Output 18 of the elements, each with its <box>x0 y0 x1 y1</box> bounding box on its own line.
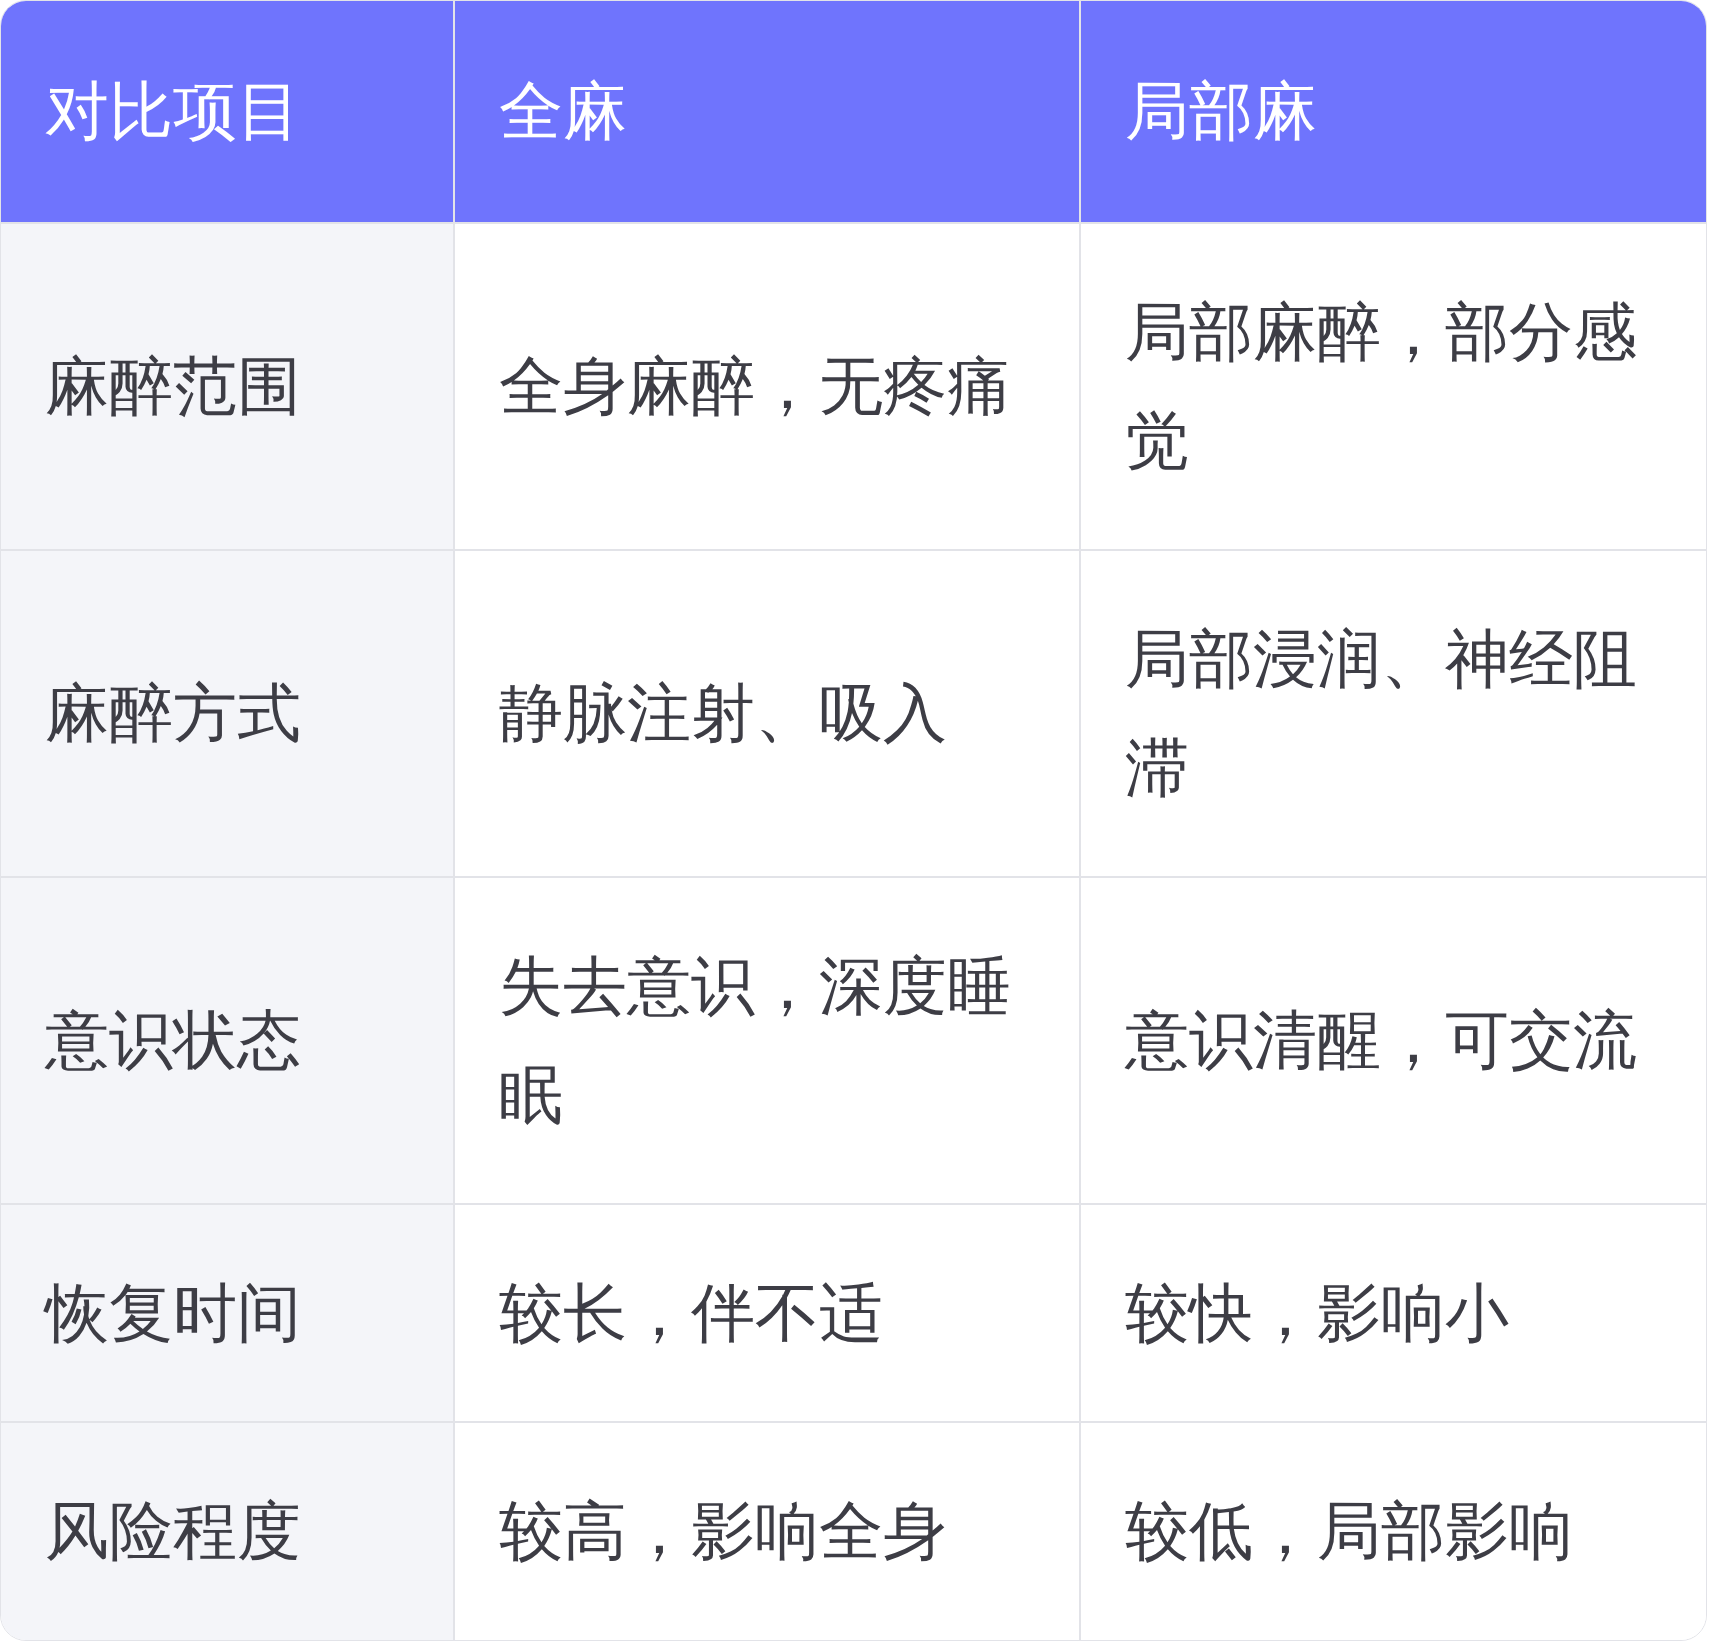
header-cell: 全麻 <box>453 1 1079 222</box>
table-cell: 意识状态 <box>1 876 453 1203</box>
table-cell: 较长，伴不适 <box>453 1203 1079 1421</box>
table-cell: 失去意识，深度睡眠 <box>453 876 1079 1203</box>
table-cell: 麻醉范围 <box>1 222 453 549</box>
table-cell: 较低，局部影响 <box>1079 1421 1706 1640</box>
table-cell: 意识清醒，可交流 <box>1079 876 1706 1203</box>
table-cell: 风险程度 <box>1 1421 453 1640</box>
table-cell: 麻醉方式 <box>1 549 453 876</box>
table-cell: 局部浸润、神经阻滞 <box>1079 549 1706 876</box>
header-cell: 局部麻 <box>1079 1 1706 222</box>
table-cell: 全身麻醉，无疼痛 <box>453 222 1079 549</box>
header-cell: 对比项目 <box>1 1 453 222</box>
table-cell: 较快，影响小 <box>1079 1203 1706 1421</box>
table-cell: 较高，影响全身 <box>453 1421 1079 1640</box>
table-cell: 局部麻醉，部分感觉 <box>1079 222 1706 549</box>
table-cell: 静脉注射、吸入 <box>453 549 1079 876</box>
table-cell: 恢复时间 <box>1 1203 453 1421</box>
